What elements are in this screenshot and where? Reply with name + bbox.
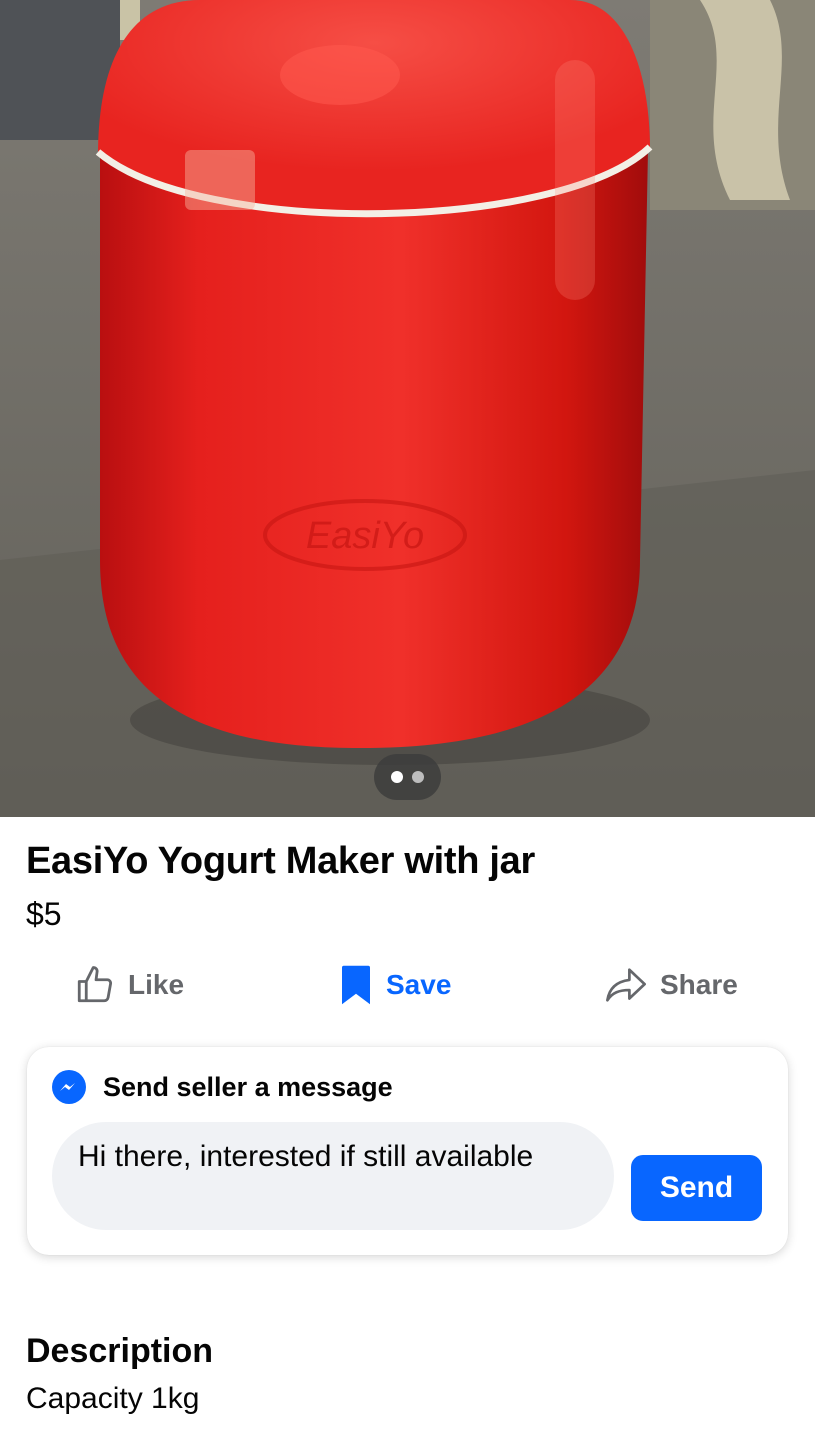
embossed-logo: EasiYo xyxy=(306,515,424,557)
messenger-icon xyxy=(52,1070,86,1104)
share-arrow-icon xyxy=(606,968,646,1002)
product-image: EasiYo xyxy=(0,0,815,817)
bookmark-icon xyxy=(342,965,370,1005)
listing-photo[interactable]: EasiYo xyxy=(0,0,815,817)
like-label: Like xyxy=(128,969,185,1000)
pager-dot-active[interactable] xyxy=(391,771,403,783)
save-label: Save xyxy=(386,969,452,1000)
description-text: Capacity 1kg xyxy=(26,1382,200,1415)
send-button[interactable]: Send xyxy=(631,1155,762,1221)
share-label: Share xyxy=(660,969,738,1000)
save-button[interactable]: Save xyxy=(338,963,451,1007)
message-seller-card: Send seller a message Hi there, interest… xyxy=(27,1047,788,1255)
pager-dot[interactable] xyxy=(412,771,424,783)
like-button[interactable]: Like xyxy=(74,963,184,1007)
share-button[interactable]: Share xyxy=(604,963,738,1007)
message-header-label: Send seller a message xyxy=(103,1071,393,1102)
listing-price: $5 xyxy=(26,896,62,932)
description-heading: Description xyxy=(26,1332,214,1370)
image-pager[interactable] xyxy=(374,754,441,800)
message-header: Send seller a message xyxy=(51,1069,393,1105)
action-bar: Like Save Share xyxy=(0,955,815,1015)
message-input[interactable]: Hi there, interested if still available xyxy=(52,1122,614,1230)
thumbs-up-icon xyxy=(77,966,113,1003)
listing-title: EasiYo Yogurt Maker with jar xyxy=(26,840,535,882)
